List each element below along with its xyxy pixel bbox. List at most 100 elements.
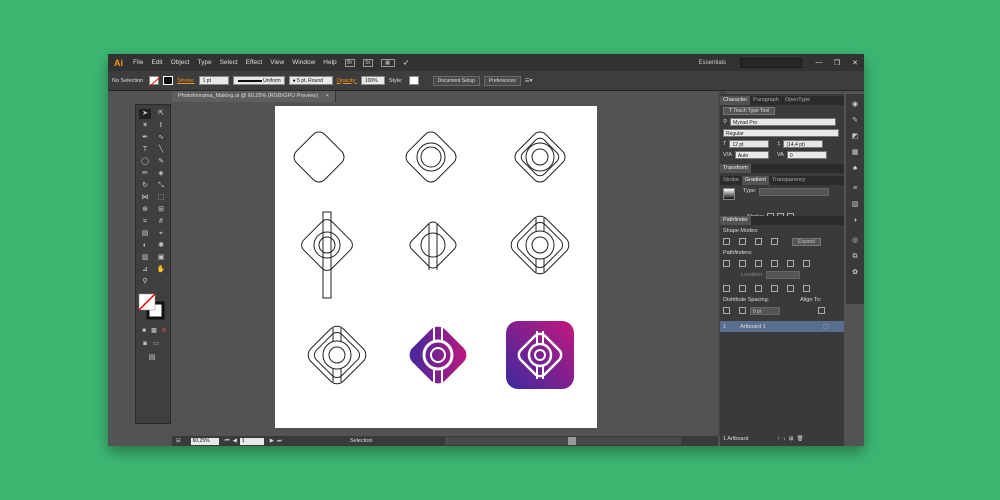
hand-tool-icon[interactable]: ✋ [155,265,167,275]
menu-file[interactable]: File [133,59,143,66]
exclude-icon[interactable] [771,238,778,245]
tab-stroke[interactable]: Stroke [720,176,742,185]
horizontal-scrollbar[interactable] [445,437,681,445]
rotate-tool-icon[interactable]: ↻ [139,181,151,191]
brush-definition[interactable]: ● 5 pt. Round [288,76,333,85]
shape-builder-tool-icon[interactable]: ⊕ [139,205,151,215]
eyedropper-tool-icon[interactable]: ⌖ [155,229,167,239]
align-row-icon-6[interactable] [803,284,810,292]
artboard[interactable] [275,106,597,428]
leading-field[interactable]: (14,4 pt) [783,139,824,148]
tab-gradient[interactable]: Gradient [741,176,770,185]
search-field[interactable] [740,57,802,68]
gradient-preview-swatch[interactable] [723,188,735,200]
tab-transparency[interactable]: Transparency [769,176,808,185]
screen-mode-icon[interactable]: ▭ [150,339,162,349]
slice-tool-icon[interactable]: ⊿ [139,265,151,275]
direct-selection-tool-icon[interactable]: ⇱ [155,109,167,119]
first-artboard-icon[interactable]: ⏮ [225,438,230,445]
variable-width-profile[interactable]: Uniform [232,76,285,85]
new-artboard-icon[interactable]: ⊞ [789,436,794,442]
symbols-icon[interactable]: ♣ [850,164,860,173]
stroke-panel-icon[interactable]: ≡ [850,184,860,193]
fill-swatch[interactable] [149,76,161,86]
status-nav-icon[interactable]: ⊟ [176,438,181,444]
selection-tool-icon[interactable]: ➤ [139,109,151,119]
change-screen-mode-icon[interactable]: ▤ [146,353,158,363]
magic-wand-tool-icon[interactable]: ✶ [139,121,151,131]
location-field[interactable] [766,270,801,279]
menu-edit[interactable]: Edit [151,59,162,66]
distribute-spacing-field[interactable]: 0 pt [750,306,780,315]
expand-button[interactable]: Expand [792,237,821,246]
stroke-label[interactable]: Stroke: [177,78,194,84]
scale-tool-icon[interactable]: ⤡ [155,181,167,191]
ellipse-tool-icon[interactable]: ◯ [139,157,151,167]
fill-stroke-widget[interactable] [138,293,166,321]
merge-icon[interactable] [755,260,762,267]
swatches-icon[interactable]: ▦ [850,148,860,157]
tab-paragraph[interactable]: Paragraph [750,96,782,105]
move-down-icon[interactable]: ↓ [783,436,786,442]
intersect-icon[interactable] [755,238,762,245]
minus-front-icon[interactable] [739,238,746,245]
menu-select[interactable]: Select [220,59,238,66]
curvature-tool-icon[interactable]: ∿ [155,133,167,143]
line-tool-icon[interactable]: ╲ [155,145,167,155]
perspective-grid-tool-icon[interactable]: ⌗ [139,217,151,227]
font-size-field[interactable]: 12 pt [729,139,770,148]
menu-effect[interactable]: Effect [246,59,263,66]
lasso-tool-icon[interactable]: ℓ [155,121,167,131]
artboard-options-icon[interactable]: ⬚ [823,324,828,330]
menu-window[interactable]: Window [292,59,315,66]
crop-icon[interactable] [771,260,778,267]
horizontal-distribute-space-icon[interactable] [739,307,746,314]
menu-type[interactable]: Type [197,59,211,66]
style-swatch[interactable] [408,76,419,85]
pencil-tool-icon[interactable]: ✏ [139,169,151,179]
align-row-icon-5[interactable] [787,284,794,292]
free-transform-tool-icon[interactable]: ⬚ [155,193,167,203]
artboard-number-field[interactable]: 1 [239,437,264,445]
gradient-panel-icon[interactable]: ▧ [850,200,860,209]
tab-transform[interactable]: Transform [720,164,751,173]
eraser-tool-icon[interactable]: ◈ [155,169,167,179]
live-paint-tool-icon[interactable]: ⊞ [155,205,167,215]
font-style-field[interactable]: Regular [723,128,839,137]
pen-tool-icon[interactable]: ✒ [139,133,151,143]
stock-icon[interactable]: St [362,58,373,67]
document-tab[interactable]: Photofonrama_Making.ai @ 60.25% (RGB/GPU… [172,91,336,102]
appearance-icon[interactable]: ◎ [850,236,860,245]
move-up-icon[interactable]: ↑ [777,436,780,442]
gpu-rocket-icon[interactable]: ➶ [403,58,410,67]
next-artboard-icon[interactable]: ▶ [270,438,274,444]
zoom-field[interactable]: 60.25% [190,437,219,445]
color-guide-icon[interactable]: ◉ [850,100,860,109]
layers-icon[interactable]: ⧉ [850,252,860,261]
gradient-type-dropdown[interactable] [759,188,830,196]
delete-artboard-icon[interactable]: 🗑 [797,436,804,442]
trim-icon[interactable] [739,260,746,267]
tab-opentype[interactable]: OpenType [782,96,813,105]
tracking-field[interactable]: 0 [786,150,827,159]
blend-tool-icon[interactable]: ◐ [139,241,151,251]
last-artboard-icon[interactable]: ⏭ [277,438,282,445]
zoom-tool-icon[interactable]: ⚲ [139,277,151,287]
prev-artboard-icon[interactable]: ◀ [233,438,237,444]
transparency-panel-icon[interactable]: ◑ [850,216,860,225]
panel-menu-icon[interactable]: ☰▾ [525,78,533,84]
align-row-icon-1[interactable] [723,284,730,292]
close-button[interactable]: ✕ [846,59,864,67]
bridge-icon[interactable]: Br [344,58,355,67]
minimize-button[interactable]: — [810,59,828,66]
minus-back-icon[interactable] [803,260,810,267]
opacity-field[interactable]: 100% [360,76,385,85]
artboard-tool-icon[interactable]: ▣ [155,253,167,263]
artboard-row[interactable]: 1 Artboard 1 ⬚ [720,321,844,332]
column-graph-tool-icon[interactable]: ▥ [139,253,151,263]
menu-view[interactable]: View [270,59,284,66]
graphic-styles-icon[interactable]: ◩ [850,132,860,141]
tab-pathfinder[interactable]: Pathfinder [720,216,752,225]
menu-object[interactable]: Object [171,59,190,66]
align-row-icon-2[interactable] [739,284,746,292]
